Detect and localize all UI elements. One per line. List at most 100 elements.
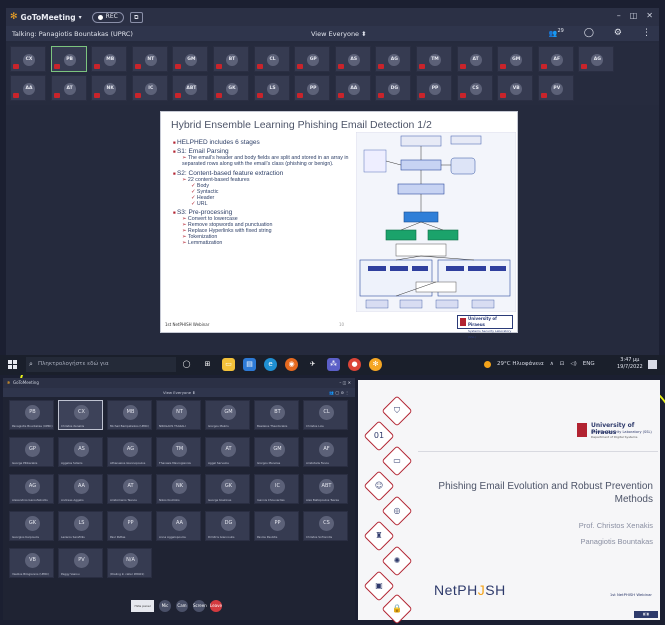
more-options-icon[interactable]: ⋮ — [642, 28, 651, 38]
attendee-tile[interactable]: GM — [172, 46, 209, 72]
hide-panel-button[interactable]: Hide panel — [131, 600, 154, 612]
share-screen-button[interactable]: ⧉ — [129, 11, 143, 23]
chat-icon[interactable]: ◯ — [584, 28, 594, 38]
attendee-tile[interactable]: GM Giorgos Makris — [205, 400, 250, 430]
attendee-tile[interactable]: DG Dimitris Giannoulis — [205, 511, 250, 541]
window-controls-small[interactable]: – ◫ ✕ — [339, 380, 351, 385]
attendee-tile[interactable]: ABT — [172, 75, 209, 101]
attendee-tile[interactable]: DG — [375, 75, 412, 101]
attendee-tile[interactable]: AS — [334, 46, 371, 72]
rec-button[interactable]: REC — [91, 11, 124, 23]
attendee-tile[interactable]: NK Nikos Koutrolis — [156, 474, 201, 504]
tray-chevron-icon[interactable]: ∧ — [550, 361, 554, 368]
chrome-icon[interactable]: ● — [348, 358, 361, 371]
attendee-tile[interactable]: GK Georgios Karpouzis — [9, 511, 54, 541]
attendee-tile[interactable]: MB — [91, 46, 128, 72]
language-indicator[interactable]: ENG — [583, 361, 595, 368]
attendee-tile[interactable]: AT — [50, 75, 87, 101]
attendee-tile[interactable]: AG — [578, 46, 615, 72]
clock[interactable]: 3:47 μμ 19/7/2022 — [617, 357, 643, 371]
attendee-tile[interactable]: PV Peggy Vasiou — [58, 548, 103, 578]
edge-icon[interactable]: e — [264, 358, 277, 371]
attendee-tile[interactable]: LS — [253, 75, 290, 101]
attendee-tile[interactable]: AT Aristomenis Tsanos — [107, 474, 152, 504]
attendee-tile[interactable]: PP — [416, 75, 452, 101]
attendee-tile[interactable]: N/A (Dialing In caller #8401) — [107, 548, 152, 578]
attendee-tile[interactable]: AS Aggelos Sideris — [58, 437, 103, 467]
attendee-tile[interactable]: IC — [131, 75, 168, 101]
taskbar-search[interactable]: ⌕ Πληκτρολογήστε εδώ για — [26, 357, 176, 372]
attendee-tile[interactable]: AA — [10, 75, 46, 101]
attendee-tile[interactable]: BT — [213, 46, 249, 72]
notifications-icon[interactable] — [648, 360, 657, 369]
attendee-tile[interactable]: PP Paul Pettas — [107, 511, 152, 541]
attendee-tile[interactable]: AG — [375, 46, 412, 72]
attendee-tile[interactable]: TM — [416, 46, 452, 72]
attendee-tile[interactable]: NT NIKOLAOS TSAKALI — [156, 400, 201, 430]
attendee-tile[interactable]: PP Pavlos Paulidis — [254, 511, 299, 541]
app-menu-chevron-icon[interactable]: ▾ — [79, 14, 82, 21]
settings-icon[interactable]: ⚙ — [614, 28, 622, 38]
widgets-icon[interactable]: ⊞ — [201, 358, 214, 371]
attendee-tile[interactable]: GK — [213, 75, 249, 101]
attendee-tile[interactable]: AA — [334, 75, 371, 101]
firefox-icon[interactable]: ◉ — [285, 358, 298, 371]
attendee-tile[interactable]: NT — [131, 46, 168, 72]
attendee-tile[interactable]: CX — [10, 46, 46, 72]
attendee-tile[interactable]: PB — [50, 46, 87, 72]
attendee-tile[interactable]: AA Andreas Aggelis — [58, 474, 103, 504]
attendee-tile[interactable]: CS Christos Sofronidis — [303, 511, 348, 541]
attendee-tile[interactable]: LS Lazaros Sarafidis — [58, 511, 103, 541]
store-icon[interactable]: ▤ — [243, 358, 256, 371]
teams-icon[interactable]: ⁂ — [327, 358, 340, 371]
attendee-tile[interactable]: AT Aggel Sarvelos — [205, 437, 250, 467]
attendee-tile[interactable]: CX Christos Xenakis — [58, 400, 103, 430]
attendee-tile[interactable]: AA Anna Aggelopoulou — [156, 511, 201, 541]
muted-mic-icon — [216, 64, 222, 69]
attendee-tile[interactable]: PP — [294, 75, 331, 101]
attendee-tile[interactable]: MB Michail Bampatsikos (UPRC) — [107, 400, 152, 430]
attendee-tile[interactable]: BT Basileios Theodorakis — [254, 400, 299, 430]
app-icon[interactable]: ✈ — [306, 358, 319, 371]
attendee-tile[interactable]: PV — [537, 75, 574, 101]
maximize-icon[interactable]: ◫ — [630, 11, 638, 20]
attendee-tile[interactable]: CS — [456, 75, 493, 101]
gotomeeting-taskbar-icon[interactable]: ✻ — [369, 358, 382, 371]
minimize-icon[interactable]: – — [617, 11, 621, 20]
file-explorer-icon[interactable]: ▭ — [222, 358, 235, 371]
attendee-tile[interactable]: ABT Alex Baltopoulos Tsaras — [303, 474, 348, 504]
screen-share-button[interactable]: Screen — [193, 600, 207, 612]
attendee-tile[interactable]: NK — [91, 75, 128, 101]
attendee-tile[interactable]: GP — [294, 46, 331, 72]
attendee-tile[interactable]: GK George Koskinas — [205, 474, 250, 504]
attendee-tile[interactable]: GP George Pitikarakis — [9, 437, 54, 467]
attendee-tile[interactable]: GM — [497, 46, 534, 72]
leave-button[interactable]: Leave — [210, 600, 222, 612]
attendee-tile[interactable]: PB Panagiotis Bountakas (UPRC) — [9, 400, 54, 430]
weather-text[interactable]: 29°C Ηλιοφάνεια — [497, 361, 544, 368]
view-selector-small[interactable]: View Everyone ⬍ — [163, 390, 195, 395]
attendee-tile[interactable]: AT — [456, 46, 493, 72]
slide-bullet-level-1: S1: Email Parsing — [173, 148, 361, 155]
attendee-tile[interactable]: CL Christos Lios — [303, 400, 348, 430]
windows-start-icon[interactable] — [8, 360, 17, 369]
attendee-tile[interactable]: AF Aristotelis Fanos — [303, 437, 348, 467]
network-icon[interactable]: ⊡ — [560, 361, 565, 368]
volume-icon[interactable]: ◁) — [570, 361, 576, 368]
mic-button[interactable]: Mic — [159, 600, 171, 612]
attendees-button[interactable]: 👥29 — [549, 28, 564, 38]
attendee-tile[interactable]: AG Athanasios Giannopoulos — [107, 437, 152, 467]
attendee-tile[interactable]: VB — [497, 75, 534, 101]
view-selector[interactable]: View Everyone ⬍ — [311, 30, 367, 38]
toolbar-icons-small[interactable]: 👥 ◯ ⚙ ⋮ — [329, 390, 349, 395]
attendee-tile[interactable]: TM Thanasis Mavrogiannis — [156, 437, 201, 467]
attendee-tile[interactable]: CL — [253, 46, 290, 72]
close-icon[interactable]: ✕ — [646, 11, 653, 20]
attendee-tile[interactable]: AF — [537, 46, 574, 72]
camera-button[interactable]: Cam — [176, 600, 188, 612]
attendee-tile[interactable]: VB Vasilios Bilogiannis (UPRC) — [9, 548, 54, 578]
attendee-tile[interactable]: IC Ioannis Chouvardas — [254, 474, 299, 504]
task-view-icon[interactable]: ◯ — [180, 358, 193, 371]
attendee-tile[interactable]: GM Giorgos Manolas — [254, 437, 299, 467]
attendee-tile[interactable]: AG Alexandros Garoufalinidis — [9, 474, 54, 504]
